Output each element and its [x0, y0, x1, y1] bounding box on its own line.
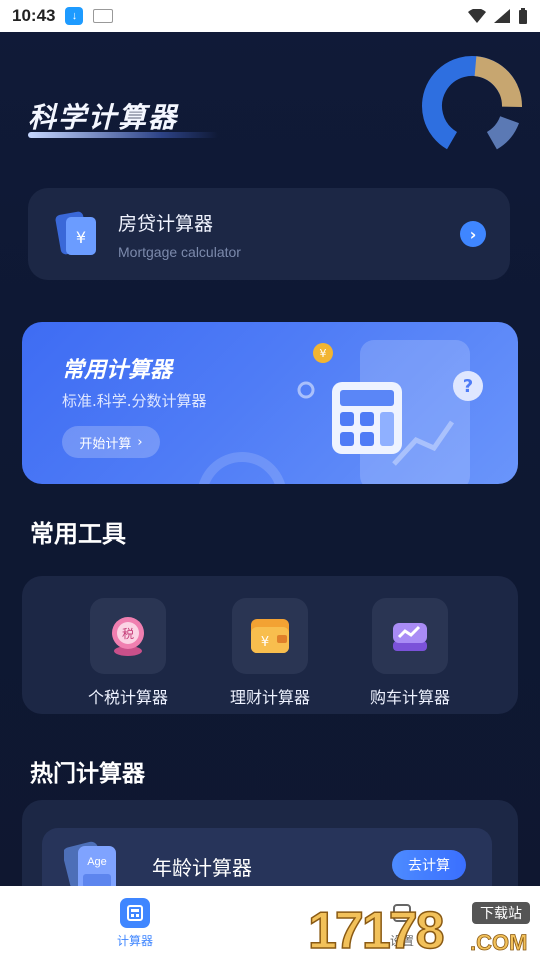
notification-icon [93, 9, 114, 23]
tools-card: 税 个税计算器 ¥ 理财计算器 购车计算器 [22, 576, 518, 714]
svg-text:¥: ¥ [320, 347, 327, 360]
tools-section-title: 常用工具 [30, 520, 126, 548]
signal-icon [494, 9, 510, 23]
title-underline [28, 132, 218, 138]
car-icon [372, 598, 448, 674]
banner-subtitle: 标准.科学.分数计算器 [62, 392, 207, 410]
chevron-right-icon: › [469, 224, 477, 244]
start-calculate-button[interactable]: 开始计算 › [62, 426, 160, 458]
tax-icon: 税 [90, 598, 166, 674]
coin-icon: ¥ [313, 343, 333, 363]
mortgage-icon: ¥ [50, 207, 104, 261]
svg-text:Age: Age [87, 856, 107, 868]
mortgage-calculator-card[interactable]: ¥ 房贷计算器 Mortgage calculator › [28, 188, 510, 280]
tool-label: 个税计算器 [87, 688, 168, 707]
mortgage-subtitle: Mortgage calculator [118, 243, 241, 260]
calculator-illustration-icon [332, 382, 402, 454]
tab-settings[interactable]: 设置 [362, 898, 442, 949]
chevron-right-icon: › [137, 434, 143, 450]
status-bar: 10:43 ↓ [0, 0, 540, 32]
settings-icon [387, 898, 417, 928]
tool-label: 理财计算器 [229, 688, 310, 707]
donut-decoration-icon [422, 56, 522, 156]
wifi-icon [468, 9, 486, 23]
banner-title: 常用计算器 [62, 358, 173, 383]
tab-calculator-label: 计算器 [116, 934, 153, 948]
wallet-icon: ¥ [232, 598, 308, 674]
bottom-nav: 计算器 设置 [0, 886, 540, 960]
svg-text:?: ? [463, 376, 473, 397]
tool-tax[interactable]: 税 个税计算器 [68, 598, 188, 708]
app-title-wrap: 科学计算器 [28, 96, 218, 138]
tool-label: 购车计算器 [369, 688, 450, 707]
hot-section-title: 热门计算器 [30, 761, 145, 787]
app-title: 科学计算器 [28, 101, 179, 134]
common-calculator-banner[interactable]: ¥ ? 常用计算器 标准.科学.分数计算器 开始计算 › [22, 322, 518, 484]
tool-finance[interactable]: ¥ 理财计算器 [210, 598, 330, 708]
mortgage-title: 房贷计算器 [118, 212, 214, 235]
tool-car[interactable]: 购车计算器 [350, 598, 470, 708]
start-calculate-label: 开始计算 [79, 436, 132, 452]
tab-settings-label: 设置 [389, 934, 414, 948]
mortgage-arrow-button[interactable]: › [460, 221, 486, 247]
calculator-icon [120, 898, 150, 928]
svg-text:税: 税 [122, 627, 134, 641]
svg-text:¥: ¥ [261, 635, 269, 650]
download-icon: ↓ [65, 7, 84, 25]
tab-calculator[interactable]: 计算器 [95, 898, 175, 949]
status-time: 10:43 [12, 6, 56, 25]
go-calculate-button[interactable]: 去计算 [392, 850, 466, 880]
battery-icon [519, 8, 527, 24]
svg-text:¥: ¥ [76, 228, 86, 247]
question-icon: ? [453, 371, 483, 401]
hot-item-label: 年龄计算器 [152, 856, 252, 880]
